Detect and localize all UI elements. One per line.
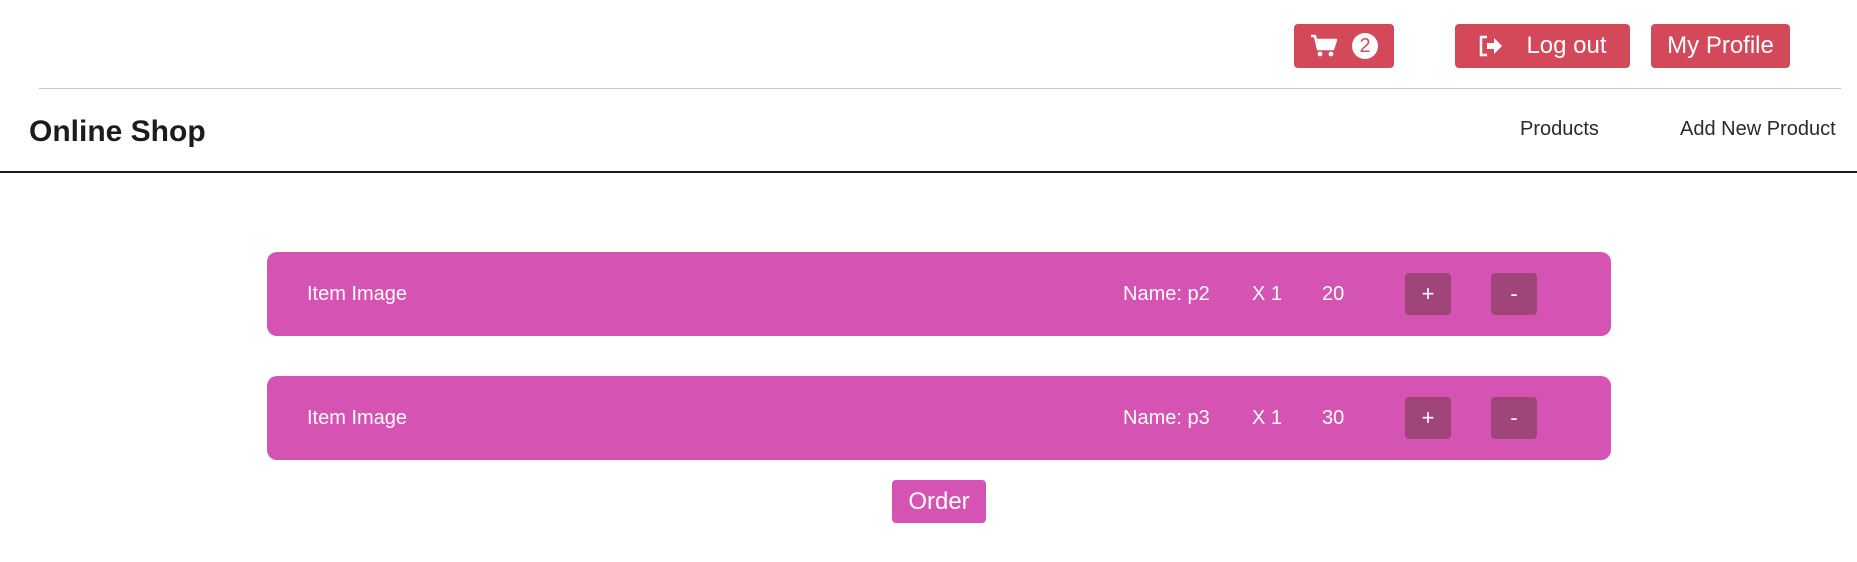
increase-quantity-button[interactable]: + [1405, 397, 1451, 439]
item-quantity: X 1 [1252, 407, 1283, 429]
order-button[interactable]: Order [892, 480, 986, 523]
nav-link-products[interactable]: Products [1520, 118, 1599, 141]
brand-title[interactable]: Online Shop [29, 115, 206, 149]
item-price: 20 [1322, 283, 1345, 305]
cart-button[interactable]: 2 [1294, 24, 1394, 68]
item-price: 30 [1322, 407, 1345, 429]
item-image-placeholder: Item Image [307, 407, 408, 429]
logout-label: Log out [1526, 32, 1607, 59]
cart-count-badge: 2 [1352, 33, 1378, 59]
item-quantity: X 1 [1252, 283, 1283, 305]
increase-quantity-button[interactable]: + [1405, 273, 1451, 315]
logout-button[interactable]: Log out [1455, 24, 1630, 68]
navbar: Online Shop Products Add New Product [0, 89, 1857, 173]
shopping-cart-icon [1310, 34, 1338, 58]
decrease-quantity-button[interactable]: - [1491, 397, 1537, 439]
my-profile-label: My Profile [1667, 32, 1774, 59]
item-name: Name: p3 [1123, 407, 1210, 429]
top-bar: 2 Log out My Profile [0, 0, 1857, 88]
decrease-quantity-button[interactable]: - [1491, 273, 1537, 315]
item-name: Name: p2 [1123, 283, 1210, 305]
nav-link-add-new-product[interactable]: Add New Product [1680, 118, 1836, 141]
sign-out-icon [1478, 34, 1504, 58]
cart-item-row: Item Image Name: p2 X 1 20 + - [267, 252, 1611, 336]
item-image-placeholder: Item Image [307, 283, 408, 305]
my-profile-button[interactable]: My Profile [1651, 24, 1790, 68]
cart-item-row: Item Image Name: p3 X 1 30 + - [267, 376, 1611, 460]
